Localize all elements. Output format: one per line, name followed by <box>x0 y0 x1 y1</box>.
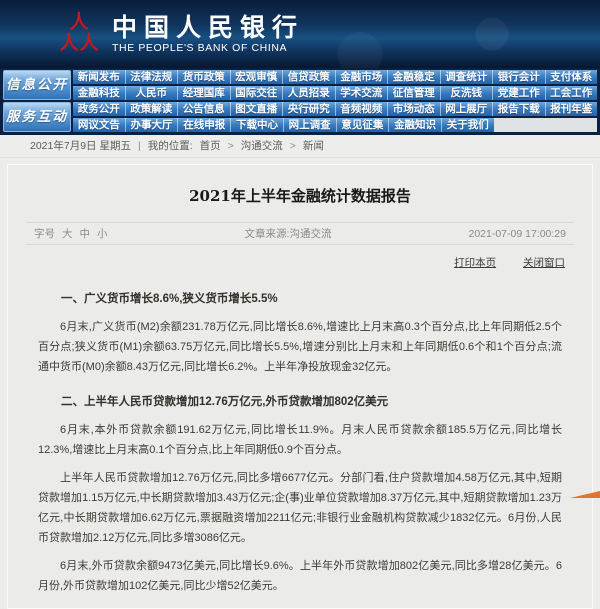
article-actions: 打印本页 关闭窗口 <box>8 245 592 270</box>
font-size-control: 字号 大中小 <box>34 226 108 241</box>
nav-item[interactable]: 法律法规 <box>125 70 178 84</box>
pboc-logo-icon: 人 人 人 <box>60 11 98 57</box>
nav-item[interactable]: 金融市场 <box>335 70 388 84</box>
nav-item[interactable]: 工会工作 <box>545 86 598 100</box>
nav-item[interactable]: 金融科技 <box>73 86 125 100</box>
breadcrumb-arrow-icon: > <box>290 135 296 157</box>
breadcrumb: 2021年7月9日 星期五 | 我的位置: 首页 > 沟通交流 > 新闻 <box>0 135 600 158</box>
nav-item[interactable]: 金融知识 <box>388 118 441 132</box>
content-box: 2021年上半年金融统计数据报告 字号 大中小 文章来源:沟通交流 2021-0… <box>7 164 593 609</box>
close-window-link[interactable]: 关闭窗口 <box>523 257 565 269</box>
font-size-option[interactable]: 小 <box>97 226 108 241</box>
article-meta: 字号 大中小 文章来源:沟通交流 2021-07-09 17:00:29 <box>26 222 574 245</box>
nav-empty-filler <box>494 118 597 132</box>
font-size-option[interactable]: 大 <box>62 226 73 241</box>
nav-item[interactable]: 意见征集 <box>336 118 389 132</box>
nav-item[interactable]: 银行会计 <box>492 70 545 84</box>
nav-item[interactable]: 报告下载 <box>492 102 545 116</box>
nav-item[interactable]: 市场动态 <box>387 102 440 116</box>
nav-section-label[interactable]: 信息公开 <box>3 70 71 100</box>
breadcrumb-arrow-icon: > <box>228 135 234 157</box>
font-size-label: 字号 <box>34 226 55 241</box>
breadcrumb-date: 2021年7月9日 星期五 <box>30 135 131 157</box>
bank-title-cn: 中国人民银行 <box>112 14 304 41</box>
breadcrumb-divider: | <box>138 135 141 157</box>
nav-item[interactable]: 网议文告 <box>73 118 125 132</box>
nav-item[interactable]: 音频视频 <box>335 102 388 116</box>
font-size-option[interactable]: 中 <box>80 226 91 241</box>
nav-row: 新闻发布法律法规货币政策宏观审慎信贷政策金融市场金融稳定调查统计银行会计支付体系 <box>73 70 597 84</box>
nav-item[interactable]: 调查统计 <box>440 70 493 84</box>
page-title: 2021年上半年金融统计数据报告 <box>8 165 592 222</box>
article-source: 文章来源:沟通交流 <box>245 226 332 241</box>
nav-item[interactable]: 关于我们 <box>441 118 494 132</box>
nav-section-label[interactable]: 服务互动 <box>3 102 71 132</box>
nav-item[interactable]: 图文直播 <box>230 102 283 116</box>
nav-item[interactable]: 人员招录 <box>282 86 335 100</box>
nav-item[interactable]: 人民币 <box>125 86 178 100</box>
font-size-options: 大中小 <box>62 226 108 241</box>
nav-item[interactable]: 支付体系 <box>545 70 598 84</box>
breadcrumb-link[interactable]: 沟通交流 <box>241 135 283 157</box>
nav-item[interactable]: 反洗钱 <box>440 86 493 100</box>
main-nav: 信息公开新闻发布法律法规货币政策宏观审慎信贷政策金融市场金融稳定调查统计银行会计… <box>0 68 600 135</box>
breadcrumb-link[interactable]: 首页 <box>200 135 221 157</box>
nav-row: 政务公开政策解读公告信息图文直播央行研究音频视频市场动态网上展厅报告下载报刊年鉴 <box>73 102 597 116</box>
nav-item[interactable]: 政务公开 <box>73 102 125 116</box>
nav-item[interactable]: 央行研究 <box>282 102 335 116</box>
nav-item[interactable]: 信贷政策 <box>282 70 335 84</box>
svg-text:人: 人 <box>79 32 98 54</box>
article-paragraph: 6月末,广义货币(M2)余额231.78万亿元,同比增长8.6%,增速比上月末高… <box>38 317 562 377</box>
article-paragraph: 上半年人民币贷款增加12.76万亿元,同比多增6677亿元。分部门看,住户贷款增… <box>38 468 562 548</box>
header-banner: 人 人 人 中国人民银行 THE PEOPLE'S BANK OF CHINA <box>0 0 600 68</box>
bank-title-en: THE PEOPLE'S BANK OF CHINA <box>112 41 304 55</box>
breadcrumb-links: 首页 > 沟通交流 > 新闻 <box>200 135 324 157</box>
nav-section: 服务互动政务公开政策解读公告信息图文直播央行研究音频视频市场动态网上展厅报告下载… <box>3 102 597 132</box>
article-body: 一、广义货币增长8.6%,狭义货币增长5.5% 6月末,广义货币(M2)余额231… <box>8 270 592 608</box>
nav-item[interactable]: 下载中心 <box>230 118 283 132</box>
svg-text:人: 人 <box>69 11 89 33</box>
corner-accent-decoration <box>570 491 600 498</box>
nav-item[interactable]: 政策解读 <box>125 102 178 116</box>
section-heading: 一、广义货币增长8.6%,狭义货币增长5.5% <box>38 289 562 309</box>
nav-item[interactable]: 学术交流 <box>335 86 388 100</box>
nav-item[interactable]: 公告信息 <box>177 102 230 116</box>
nav-item[interactable]: 货币政策 <box>177 70 230 84</box>
nav-item[interactable]: 网上调查 <box>283 118 336 132</box>
section-heading: 二、上半年人民币贷款增加12.76万亿元,外币贷款增加802亿美元 <box>38 392 562 412</box>
article-paragraph: 6月末,本外币贷款余额191.62万亿元,同比增长11.9%。月末人民币贷款余额… <box>38 420 562 460</box>
svg-text:人: 人 <box>60 32 79 54</box>
nav-item[interactable]: 网上展厅 <box>440 102 493 116</box>
nav-row: 网议文告办事大厅在线申报下载中心网上调查意见征集金融知识关于我们 <box>73 118 597 132</box>
print-page-link[interactable]: 打印本页 <box>454 257 496 269</box>
nav-item[interactable]: 报刊年鉴 <box>545 102 598 116</box>
nav-rows: 政务公开政策解读公告信息图文直播央行研究音频视频市场动态网上展厅报告下载报刊年鉴… <box>73 102 597 132</box>
article-paragraph: 6月末,外币贷款余额9473亿美元,同比增长9.6%。上半年外币贷款增加802亿… <box>38 556 562 596</box>
nav-item[interactable]: 办事大厅 <box>125 118 178 132</box>
nav-item[interactable]: 金融稳定 <box>387 70 440 84</box>
nav-item[interactable]: 经理国库 <box>177 86 230 100</box>
nav-item[interactable]: 征信管理 <box>387 86 440 100</box>
nav-item[interactable]: 党建工作 <box>492 86 545 100</box>
article-datetime: 2021-07-09 17:00:29 <box>468 228 566 240</box>
nav-item[interactable]: 宏观审慎 <box>230 70 283 84</box>
nav-section: 信息公开新闻发布法律法规货币政策宏观审慎信贷政策金融市场金融稳定调查统计银行会计… <box>3 70 597 100</box>
nav-item[interactable]: 国际交往 <box>230 86 283 100</box>
breadcrumb-location-label: 我的位置: <box>148 135 193 157</box>
breadcrumb-link[interactable]: 新闻 <box>303 135 324 157</box>
nav-item[interactable]: 新闻发布 <box>73 70 125 84</box>
nav-row: 金融科技人民币经理国库国际交往人员招录学术交流征信管理反洗钱党建工作工会工作 <box>73 86 597 100</box>
nav-item[interactable]: 在线申报 <box>177 118 230 132</box>
nav-rows: 新闻发布法律法规货币政策宏观审慎信贷政策金融市场金融稳定调查统计银行会计支付体系… <box>73 70 597 100</box>
